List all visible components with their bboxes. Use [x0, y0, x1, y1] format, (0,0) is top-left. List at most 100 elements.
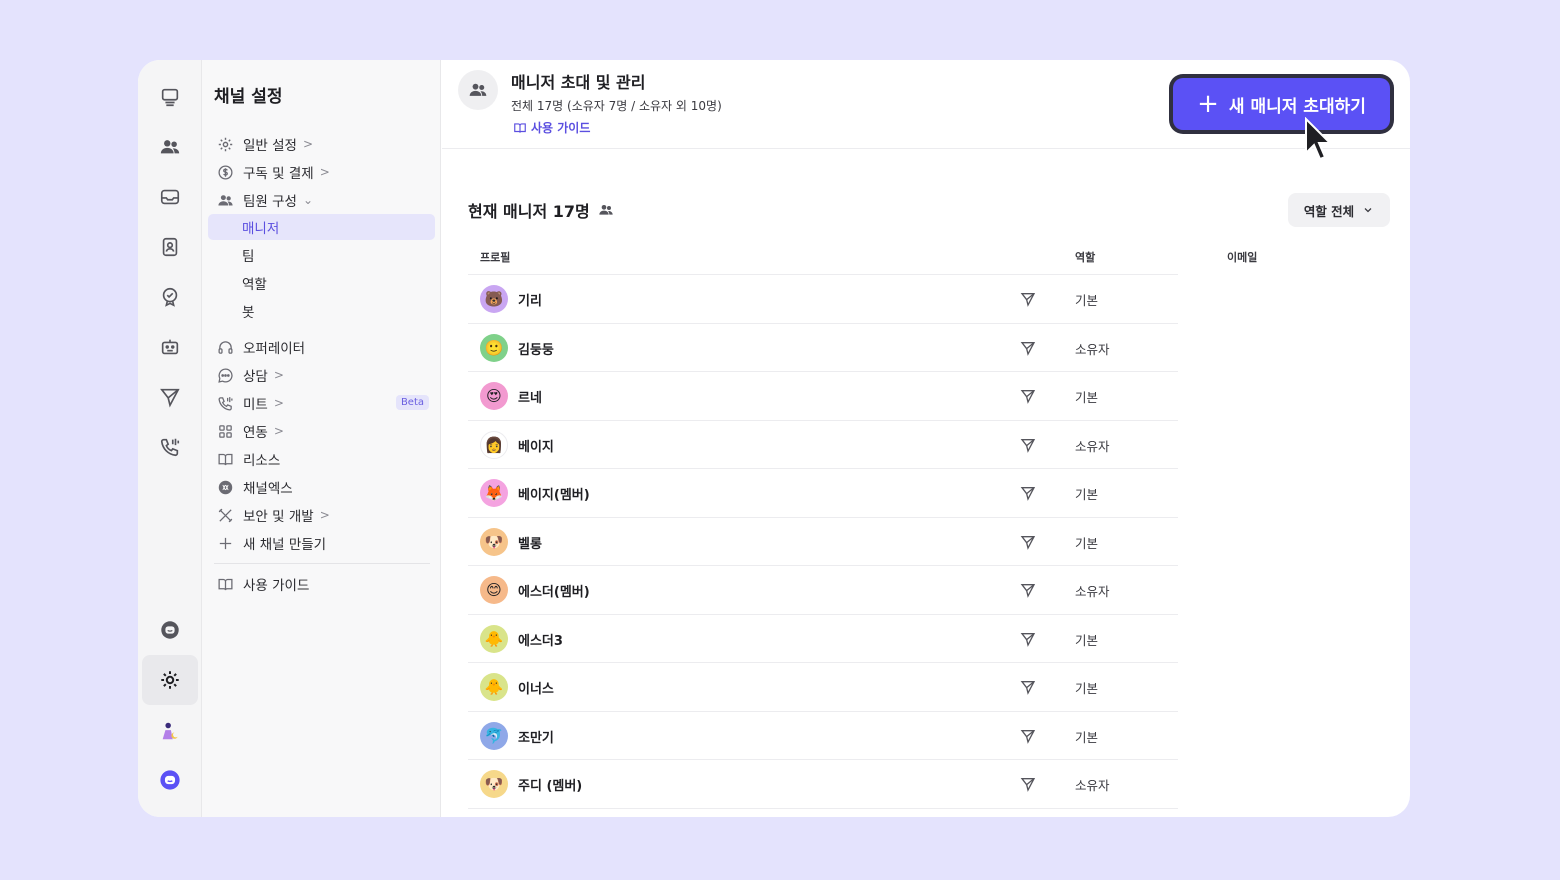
sidebar-item-general[interactable]: 일반 설정 >: [208, 131, 435, 157]
page-title: 매니저 초대 및 관리: [511, 73, 646, 92]
send-icon[interactable]: [1020, 485, 1036, 501]
column-header-role[interactable]: 역할: [1075, 249, 1095, 265]
manager-role: 소유자: [1075, 438, 1110, 454]
avatar: 😊: [480, 576, 508, 604]
avatar: 🐶: [480, 770, 508, 798]
channeltalk-logo-icon[interactable]: [150, 760, 190, 800]
grid-icon: [216, 422, 234, 440]
manager-role: 기본: [1075, 681, 1099, 696]
book-icon: [216, 575, 234, 593]
avatar: 🐻: [480, 285, 508, 313]
sidebar-item-resources[interactable]: 리소스: [208, 446, 435, 472]
sidebar-item-label: 채널엑스: [243, 481, 293, 497]
manager-role: 소유자: [1075, 584, 1110, 599]
table-row[interactable]: 👩 베이지 소유자: [468, 421, 1178, 469]
send-icon[interactable]: [1020, 291, 1036, 307]
table-row[interactable]: 😍 르네 기본: [468, 372, 1178, 421]
table-row[interactable]: 🐥 에스더3 기본: [468, 615, 1178, 663]
main-content: 매니저 초대 및 관리 전체 17명 (소유자 7명 / 소유자 외 10명) …: [442, 60, 1410, 817]
book-icon: [216, 450, 234, 468]
beta-badge: Beta: [395, 395, 429, 410]
page-header: 매니저 초대 및 관리 전체 17명 (소유자 7명 / 소유자 외 10명) …: [442, 60, 1410, 149]
table-row[interactable]: 🐶 벨롱 기본: [468, 518, 1178, 566]
sidebar-item-integrations[interactable]: 연동 >: [208, 418, 435, 444]
send-icon[interactable]: [1020, 776, 1036, 792]
sidebar-item-new-channel[interactable]: 새 채널 만들기: [208, 530, 435, 556]
user-avatar-icon[interactable]: [150, 711, 190, 751]
send-icon[interactable]: [1020, 728, 1036, 744]
channel-chat-icon[interactable]: [150, 610, 190, 650]
sidebar-item-meet[interactable]: 미트 > Beta: [208, 390, 435, 416]
chevron-right-icon: >: [273, 396, 284, 410]
avatar: 🐬: [480, 721, 508, 750]
sidebar-item-channelx[interactable]: 채널엑스: [208, 474, 435, 500]
avatar: 😍: [480, 382, 508, 410]
table-row[interactable]: 😊 에스더(멤버) 소유자: [468, 566, 1178, 615]
guide-link[interactable]: 사용 가이드: [513, 119, 590, 136]
manager-name: 기리: [518, 294, 542, 309]
sidebar-item-label: 매니저: [242, 221, 280, 237]
column-header-email[interactable]: 이메일: [1227, 249, 1257, 265]
manager-role: 기본: [1075, 632, 1099, 648]
inbox-list-icon[interactable]: [150, 77, 190, 117]
sidebar-item-team[interactable]: 팀원 구성 ⌄: [208, 187, 435, 213]
settings-sidebar: 채널 설정 일반 설정 > 구독 및 결제 > 팀원 구성 ⌄ 매니저 팀 역할…: [202, 60, 441, 817]
contact-card-icon[interactable]: [150, 227, 190, 267]
manager-role: 소유자: [1075, 778, 1110, 793]
role-filter-dropdown[interactable]: 역할 전체: [1288, 193, 1390, 227]
send-icon[interactable]: [1020, 679, 1036, 695]
sidebar-item-managers[interactable]: 매니저: [208, 214, 435, 240]
manager-role: 기본: [1075, 535, 1099, 551]
badge-check-icon[interactable]: [150, 277, 190, 317]
send-icon[interactable]: [1020, 437, 1036, 453]
table-row[interactable]: 🐬 조만기 기본: [468, 712, 1178, 760]
people-icon: [599, 205, 613, 215]
settings-gear-icon[interactable]: [142, 655, 198, 705]
sidebar-item-roles[interactable]: 역할: [208, 270, 435, 296]
manager-name: 에스더3: [518, 633, 563, 649]
tray-icon[interactable]: [150, 177, 190, 217]
table-row[interactable]: 🙂 김둥둥 소유자: [468, 324, 1178, 372]
column-header-profile[interactable]: 프로필: [480, 249, 510, 265]
sidebar-item-label: 리소스: [243, 453, 281, 469]
sidebar-item-consult[interactable]: 상담 >: [208, 362, 435, 388]
sidebar-item-teams[interactable]: 팀: [208, 242, 435, 268]
invite-manager-button[interactable]: + 새 매니저 초대하기: [1169, 74, 1394, 134]
send-icon[interactable]: [1020, 534, 1036, 550]
sidebar-item-label: 일반 설정: [243, 138, 297, 154]
sidebar-item-operator[interactable]: 오퍼레이터: [208, 334, 435, 360]
send-icon[interactable]: [150, 377, 190, 417]
gear-icon: [216, 135, 234, 153]
send-icon[interactable]: [1020, 582, 1036, 598]
send-icon[interactable]: [1020, 340, 1036, 356]
sidebar-item-label: 봇: [242, 305, 255, 321]
chevron-right-icon: >: [319, 165, 330, 179]
table-row[interactable]: 🦊 베이지(멤버) 기본: [468, 469, 1178, 518]
sidebar-item-guide[interactable]: 사용 가이드: [208, 571, 435, 597]
table-row[interactable]: 🐥 이너스 기본: [468, 663, 1178, 712]
sidebar-item-bots[interactable]: 봇: [208, 298, 435, 324]
book-icon: [514, 122, 526, 133]
manager-name: 베이지: [518, 439, 554, 455]
sidebar-item-security[interactable]: 보안 및 개발 >: [208, 502, 435, 528]
chevron-down-icon: [1364, 208, 1372, 213]
chevron-down-icon: ⌄: [302, 193, 314, 207]
table-row[interactable]: 🐻 기리 기본: [468, 275, 1178, 324]
send-icon[interactable]: [1020, 388, 1036, 404]
sidebar-item-label: 역할: [242, 277, 267, 293]
sidebar-item-label: 팀: [242, 249, 255, 265]
people-icon[interactable]: [150, 127, 190, 167]
section-title-text: 현재 매니저 17명: [468, 202, 590, 221]
sidebar-item-billing[interactable]: 구독 및 결제 >: [208, 159, 435, 185]
people-icon: [216, 191, 234, 209]
send-icon[interactable]: [1020, 631, 1036, 647]
sidebar-item-label: 새 채널 만들기: [243, 537, 327, 553]
bot-icon[interactable]: [150, 327, 190, 367]
table-row[interactable]: 🐶 주디 (멤버) 소유자: [468, 760, 1178, 809]
channelx-icon: [216, 478, 234, 496]
manager-role: 기본: [1075, 293, 1099, 308]
phone-call-icon[interactable]: [150, 427, 190, 467]
manager-name: 주디 (멤버): [518, 779, 583, 794]
manager-name: 이너스: [518, 682, 554, 697]
chevron-right-icon: >: [319, 508, 330, 522]
